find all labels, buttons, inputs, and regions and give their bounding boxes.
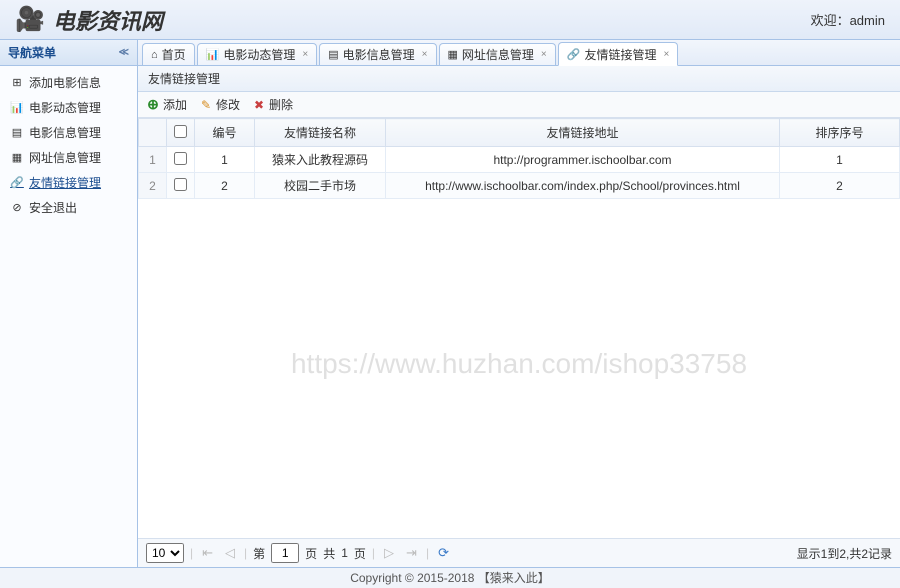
row-number: 1 (139, 147, 167, 173)
prev-page-icon[interactable]: ◁ (222, 545, 238, 561)
close-icon[interactable]: × (302, 49, 308, 60)
tab-label: 电影动态管理 (223, 46, 295, 63)
app-header: 🎥 电影资讯网 欢迎：admin (0, 0, 900, 40)
menu-label: 网址信息管理 (29, 149, 101, 166)
cell-id: 1 (195, 147, 255, 173)
table-row[interactable]: 2 2 校园二手市场 http://www.ischoolbar.com/ind… (139, 173, 900, 199)
col-name[interactable]: 友情链接名称 (255, 119, 386, 147)
delete-button[interactable]: ✖ 删除 (252, 96, 293, 113)
menu-label: 电影动态管理 (29, 99, 101, 116)
col-url[interactable]: 友情链接地址 (386, 119, 780, 147)
cell-url: http://www.ischoolbar.com/index.php/Scho… (386, 173, 780, 199)
col-order[interactable]: 排序序号 (780, 119, 900, 147)
app-title: 电影资讯网 (53, 4, 163, 36)
welcome-text: 欢迎：admin (811, 10, 885, 29)
sidebar-item-1[interactable]: 📊 电影动态管理 (0, 95, 137, 120)
add-icon: ⊕ (146, 98, 160, 112)
delete-icon: ✖ (252, 98, 266, 112)
menu-icon: ⊞ (10, 76, 24, 90)
row-number: 2 (139, 173, 167, 199)
tab-icon: ⌂ (151, 49, 158, 61)
next-page-icon[interactable]: ▷ (381, 545, 397, 561)
col-checkbox-header (167, 119, 195, 147)
menu-label: 添加电影信息 (29, 74, 101, 91)
tab-label: 首页 (162, 46, 186, 63)
sidebar-collapse-icon[interactable]: ≪ (119, 47, 129, 58)
menu-label: 电影信息管理 (29, 124, 101, 141)
sidebar-item-2[interactable]: ▤ 电影信息管理 (0, 120, 137, 145)
close-icon[interactable]: × (541, 49, 547, 60)
sidebar-menu: ⊞ 添加电影信息 📊 电影动态管理 ▤ 电影信息管理 ▦ 网址信息管理 🔗 友情链接管理 ⊘ 安全退出 (0, 66, 137, 224)
tab-icon: ▤ (328, 48, 338, 61)
close-icon[interactable]: × (663, 49, 669, 60)
toolbar: ⊕ 添加 ✎ 修改 ✖ 删除 (138, 92, 900, 118)
cell-name: 校园二手市场 (255, 173, 386, 199)
edit-button[interactable]: ✎ 修改 (199, 96, 240, 113)
close-icon[interactable]: × (422, 49, 428, 60)
add-button[interactable]: ⊕ 添加 (146, 96, 187, 113)
row-checkbox[interactable] (174, 152, 187, 165)
sidebar: 导航菜单 ≪ ⊞ 添加电影信息 📊 电影动态管理 ▤ 电影信息管理 ▦ 网址信息管理 🔗 友情链接… (0, 40, 138, 567)
pager-info: 显示1到2,共2记录 (797, 545, 892, 562)
menu-icon: 📊 (10, 101, 24, 115)
last-page-icon[interactable]: ⇥ (403, 545, 420, 561)
pagination: 10 | ⇤ ◁ | 第 页 共1页 | ▷ ⇥ | ⟳ 显示1到2,共2记录 (138, 538, 900, 567)
menu-icon: ▦ (10, 151, 24, 165)
tab-label: 电影信息管理 (343, 46, 415, 63)
menu-label: 安全退出 (29, 199, 77, 216)
sidebar-item-4[interactable]: 🔗 友情链接管理 (0, 170, 137, 195)
tab-icon: 📊 (206, 48, 220, 61)
page-input[interactable] (271, 543, 299, 563)
sidebar-item-3[interactable]: ▦ 网址信息管理 (0, 145, 137, 170)
footer: Copyright © 2015-2018 【猿来入此】 (0, 567, 900, 587)
tab-3[interactable]: ▦ 网址信息管理 × (439, 43, 556, 65)
cell-url: http://programmer.ischoolbar.com (386, 147, 780, 173)
col-rownum (139, 119, 167, 147)
menu-icon: ⊘ (10, 201, 24, 215)
select-all-checkbox[interactable] (174, 125, 187, 138)
menu-label: 友情链接管理 (29, 174, 101, 191)
cell-id: 2 (195, 173, 255, 199)
row-checkbox[interactable] (174, 178, 187, 191)
menu-icon: ▤ (10, 126, 24, 140)
tab-2[interactable]: ▤ 电影信息管理 × (319, 43, 436, 65)
edit-icon: ✎ (199, 98, 213, 112)
sidebar-item-0[interactable]: ⊞ 添加电影信息 (0, 70, 137, 95)
tab-1[interactable]: 📊电影动态管理 × (197, 43, 318, 65)
camera-icon: 🎥 (15, 5, 45, 34)
cell-name: 猿来入此教程源码 (255, 147, 386, 173)
tab-label: 网址信息管理 (462, 46, 534, 63)
tab-0[interactable]: ⌂ 首页 (142, 43, 195, 65)
sidebar-header: 导航菜单 ≪ (0, 40, 137, 66)
watermark: https://www.huzhan.com/ishop33758 (291, 348, 747, 380)
content-area: ⌂首页📊电影动态管理×▤电影信息管理×▦网址信息管理×🔗友情链接管理× 友情链接… (138, 40, 900, 567)
sidebar-title: 导航菜单 (8, 44, 56, 61)
data-grid: 编号 友情链接名称 友情链接地址 排序序号 1 1 猿来入此教程源码 http:… (138, 118, 900, 538)
col-id[interactable]: 编号 (195, 119, 255, 147)
tab-bar: ⌂ 首页 📊电影动态管理 × ▤ 电影信息管理 × ▦ 网址信息管理 × 🔗友情链接管理 × (138, 40, 900, 66)
cell-order: 1 (780, 147, 900, 173)
cell-order: 2 (780, 173, 900, 199)
sidebar-item-5[interactable]: ⊘ 安全退出 (0, 195, 137, 220)
page-size-select[interactable]: 10 (146, 543, 184, 563)
tab-label: 友情链接管理 (584, 46, 656, 63)
panel-title: 友情链接管理 (138, 66, 900, 92)
first-page-icon[interactable]: ⇤ (199, 545, 216, 561)
refresh-icon[interactable]: ⟳ (435, 545, 452, 561)
logo-area: 🎥 电影资讯网 (15, 4, 163, 36)
tab-icon: ▦ (448, 48, 458, 61)
table-row[interactable]: 1 1 猿来入此教程源码 http://programmer.ischoolba… (139, 147, 900, 173)
tab-icon: 🔗 (567, 48, 581, 61)
menu-icon: 🔗 (10, 176, 24, 190)
tab-4[interactable]: 🔗友情链接管理 × (558, 42, 679, 66)
